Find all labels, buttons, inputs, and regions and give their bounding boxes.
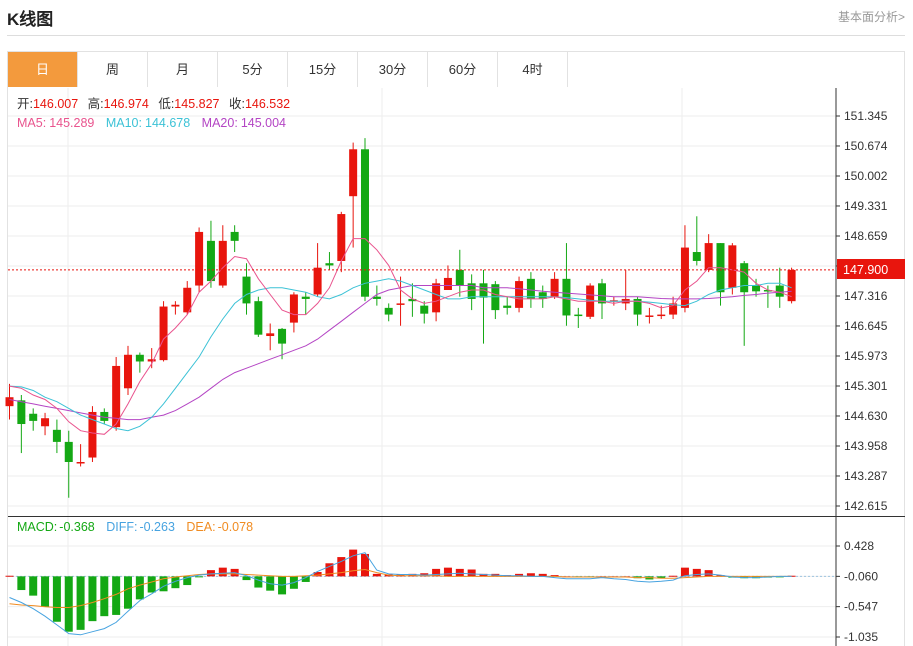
- candle-body: [254, 301, 263, 335]
- macd-bar: [5, 575, 14, 577]
- candle-body: [29, 413, 38, 421]
- candle-body: [171, 304, 180, 307]
- candle-body: [278, 328, 287, 344]
- moving-average-lines: [9, 238, 792, 435]
- ma-readout: MA5: 145.289 MA10: 144.678 MA20: 145.004: [17, 116, 286, 130]
- candle-body: [455, 269, 464, 286]
- candle-body: [17, 400, 26, 425]
- candle-body: [515, 281, 524, 308]
- macd-tick-label: 0.428: [844, 539, 874, 553]
- macd-bar: [17, 576, 26, 591]
- grid: [8, 88, 836, 646]
- candle-body: [301, 296, 310, 299]
- candle-body: [550, 278, 559, 297]
- price-tick-label: 143.287: [844, 469, 888, 483]
- candle-body: [147, 359, 156, 362]
- kline-chart: 151.345 150.674 150.002 149.331 148.659 147.9…: [5, 88, 905, 646]
- candle-body: [76, 461, 85, 464]
- candle-body: [775, 285, 784, 297]
- candle-body: [526, 278, 535, 299]
- candle-body: [420, 305, 429, 314]
- candle-body: [41, 418, 50, 427]
- candle-body: [206, 240, 215, 282]
- price-tick-label: 151.345: [844, 109, 888, 123]
- candle-body: [752, 285, 761, 292]
- candle-body: [242, 276, 251, 304]
- macd-histogram: [5, 549, 836, 632]
- candle-body: [325, 263, 334, 266]
- price-tick-label: 150.674: [844, 139, 888, 153]
- candle-body: [728, 245, 737, 288]
- ohlc-readout: 开:146.007 高:146.974 低:145.827 收:146.532: [17, 96, 290, 111]
- axes: 151.345 150.674 150.002 149.331 148.659 147.9…: [8, 88, 905, 646]
- macd-bar: [100, 576, 109, 617]
- candle-body: [598, 283, 606, 304]
- price-tick-label: 145.301: [844, 379, 888, 393]
- price-tick-label: 143.958: [844, 439, 888, 453]
- candle-body: [337, 214, 346, 261]
- candle-body: [349, 149, 358, 197]
- candle-body: [396, 303, 405, 305]
- price-tick-label: 149.331: [844, 199, 888, 213]
- candle-body: [135, 354, 144, 362]
- macd-bar: [41, 576, 50, 607]
- macd-tick-label: -1.035: [844, 630, 878, 644]
- candle-body: [443, 277, 452, 291]
- macd-bar: [52, 576, 61, 622]
- candle-body: [574, 314, 583, 317]
- candle-body: [230, 231, 239, 241]
- candle-body: [704, 243, 713, 270]
- macd-bar: [29, 576, 38, 596]
- price-tick-label: 142.615: [844, 499, 888, 513]
- price-tick-label: 144.630: [844, 409, 888, 423]
- macd-readout: MACD: -0.368 DIFF: -0.263 DEA: -0.078: [17, 520, 253, 534]
- candle-body: [657, 314, 666, 317]
- current-price-label: 147.900: [843, 263, 888, 277]
- price-tick-label: 145.973: [844, 349, 888, 363]
- macd-tick-label: -0.060: [844, 569, 878, 583]
- candle-body: [52, 429, 61, 442]
- macd-bar: [88, 576, 97, 622]
- macd-bar: [704, 570, 713, 577]
- macd-bar: [467, 569, 476, 577]
- macd-bar: [124, 576, 132, 609]
- macd-bar: [349, 549, 358, 577]
- candles: [5, 138, 796, 498]
- ma5-line: [9, 238, 792, 435]
- candle-body: [289, 294, 298, 323]
- candle-body: [159, 306, 168, 361]
- price-tick-label: 148.659: [844, 229, 888, 243]
- candle-body: [740, 263, 749, 293]
- price-tick-label: 147.316: [844, 289, 888, 303]
- macd-bar: [147, 576, 156, 593]
- candle-body: [313, 267, 322, 295]
- macd-bar: [135, 576, 144, 600]
- macd-bar: [76, 576, 85, 630]
- candle-body: [361, 149, 369, 297]
- candle-body: [503, 305, 512, 308]
- macd-bar: [64, 576, 73, 632]
- macd-bar: [669, 575, 678, 577]
- candle-body: [5, 397, 14, 407]
- candle-body: [124, 354, 132, 389]
- price-tick-label: 150.002: [844, 169, 888, 183]
- candle-body: [218, 240, 227, 286]
- candle-body: [64, 441, 73, 462]
- macd-bar: [254, 576, 263, 588]
- macd-bar: [195, 576, 204, 578]
- candle-body: [692, 252, 701, 261]
- macd-bar: [218, 567, 227, 577]
- candle-body: [384, 307, 393, 315]
- candle-body: [266, 333, 275, 337]
- price-tick-label: 146.645: [844, 319, 888, 333]
- macd-bar: [443, 567, 452, 577]
- candle-body: [432, 283, 441, 313]
- macd-bar: [372, 573, 381, 577]
- macd-bar: [455, 568, 464, 577]
- candle-body: [195, 231, 204, 286]
- macd-tick-label: -0.547: [844, 600, 878, 614]
- candle-body: [645, 315, 654, 317]
